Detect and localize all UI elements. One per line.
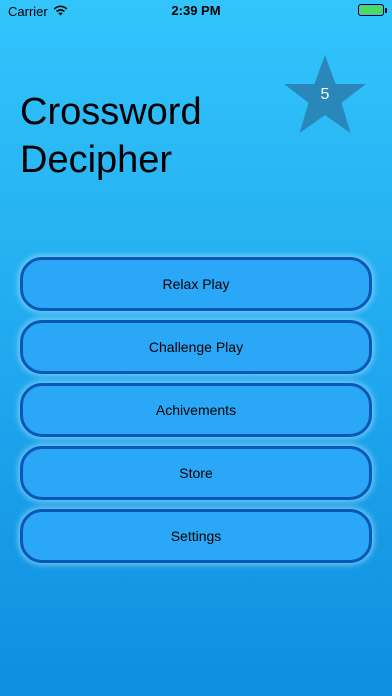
store-label: Store (179, 465, 213, 481)
star-badge: 5 (282, 53, 368, 137)
relax-play-label: Relax Play (162, 276, 230, 292)
main-menu: Relax Play Challenge Play Achivements St… (20, 257, 372, 572)
challenge-play-button[interactable]: Challenge Play (20, 320, 372, 374)
star-count: 5 (320, 86, 330, 103)
settings-button[interactable]: Settings (20, 509, 372, 563)
relax-play-button[interactable]: Relax Play (20, 257, 372, 311)
status-time: 2:39 PM (171, 3, 221, 18)
status-bar: Carrier 2:39 PM (0, 0, 392, 22)
achievements-label: Achivements (155, 402, 237, 418)
settings-label: Settings (170, 528, 222, 544)
challenge-play-label: Challenge Play (148, 339, 244, 355)
battery-icon (358, 4, 387, 16)
store-button[interactable]: Store (20, 446, 372, 500)
achievements-button[interactable]: Achivements (20, 383, 372, 437)
app-title: Crossword Decipher (20, 91, 202, 181)
